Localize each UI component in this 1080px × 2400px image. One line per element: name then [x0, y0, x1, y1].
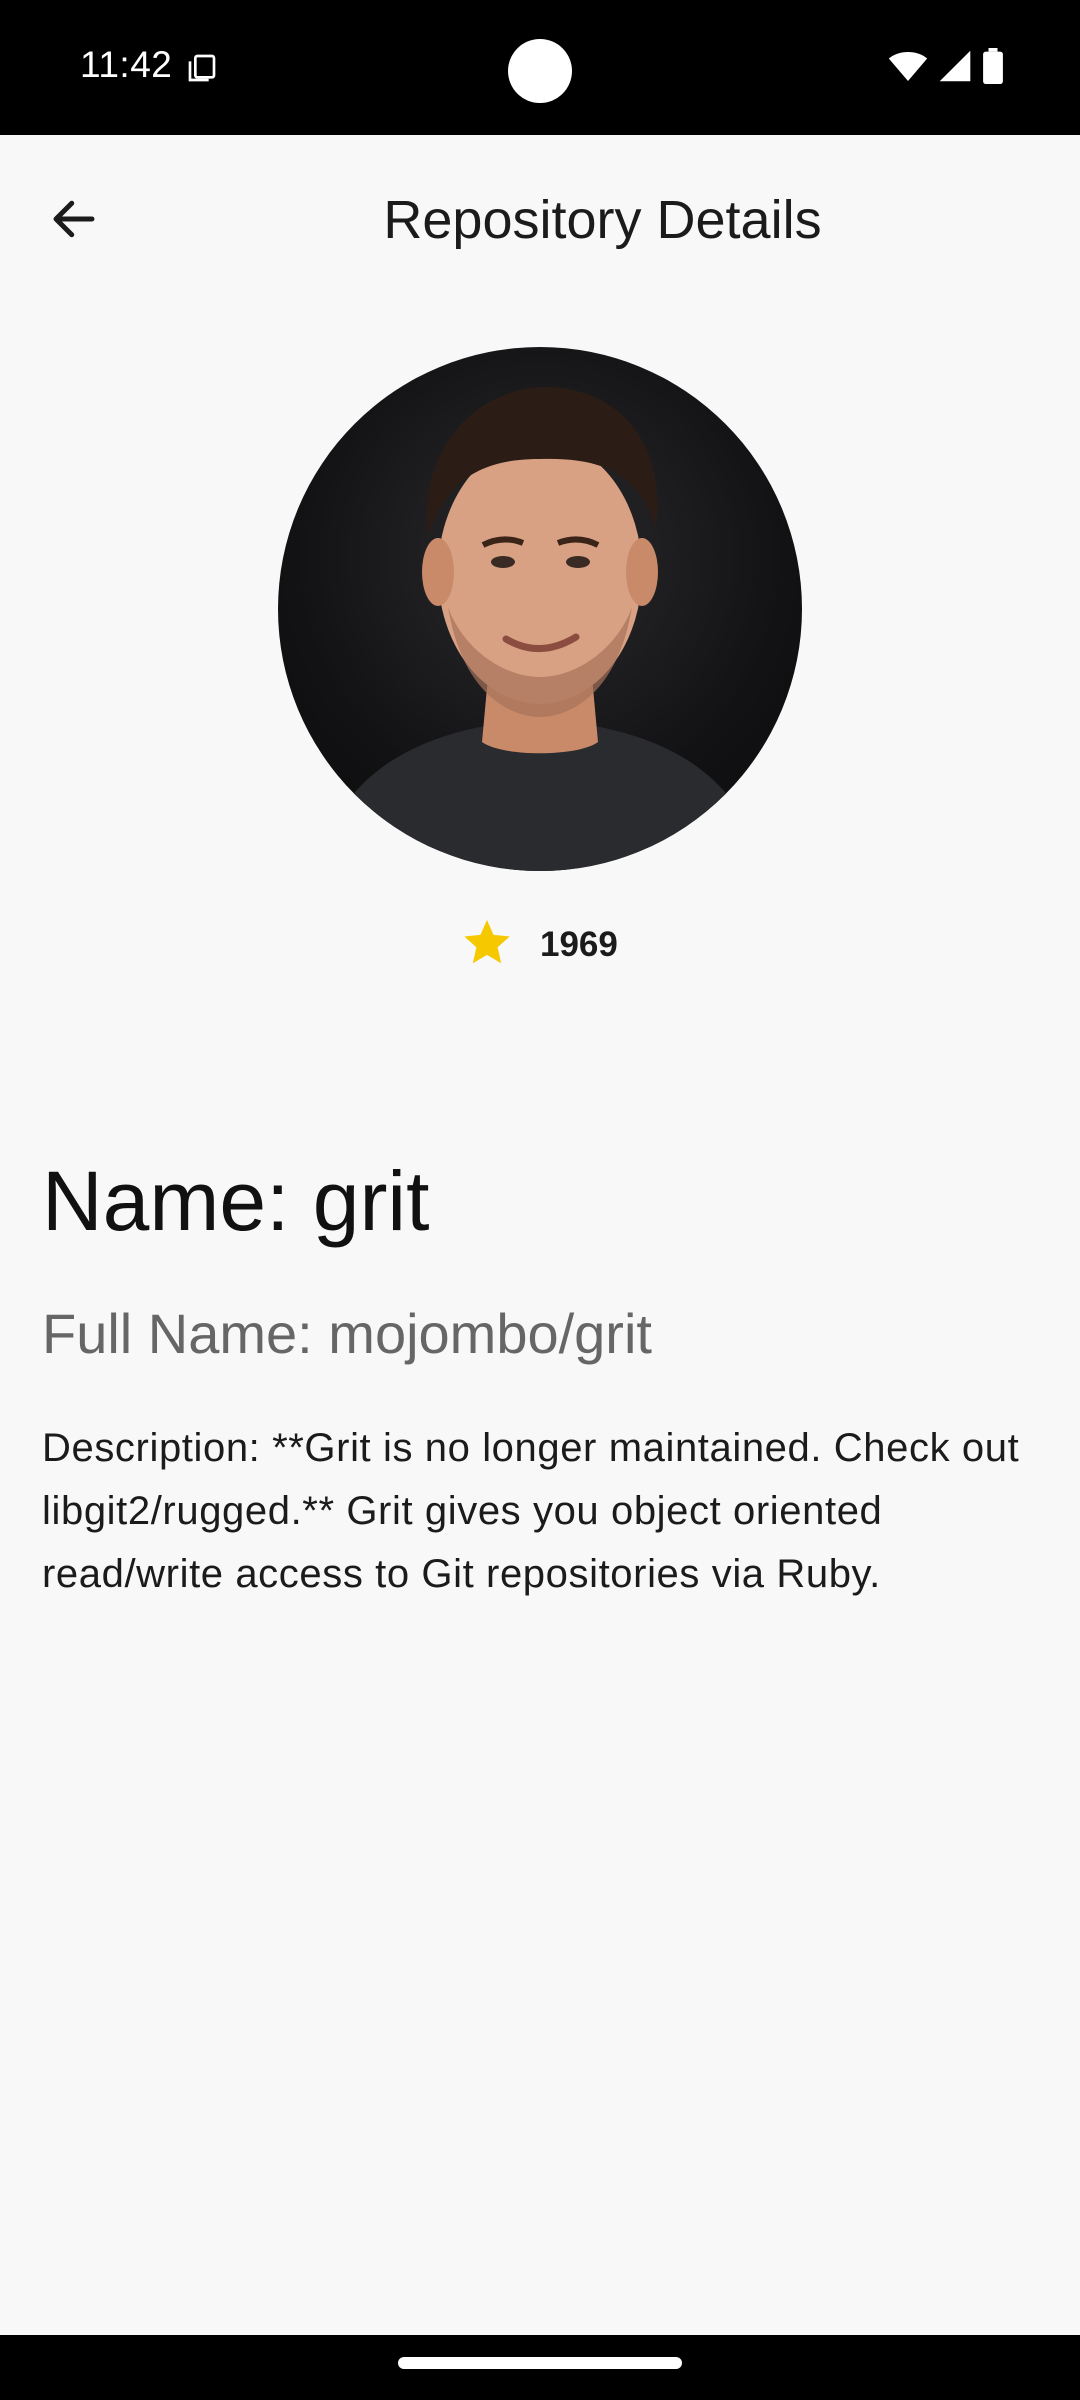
battery-icon [982, 47, 1004, 89]
copy-icon [186, 52, 218, 84]
status-icons [888, 47, 1004, 89]
navigation-bar [0, 2335, 1080, 2400]
camera-cutout [508, 39, 572, 103]
avatar-photo [318, 386, 762, 871]
repository-details-screen: Repository Details 1969 Name: grit Full … [0, 135, 1080, 2335]
repo-description: Description: **Grit is no longer maintai… [42, 1426, 1020, 1596]
signal-icon [938, 49, 972, 88]
repo-full-name: Full Name: mojombo/grit [42, 1302, 652, 1365]
home-handle[interactable] [398, 2357, 682, 2369]
star-icon [460, 916, 514, 975]
star-count: 1969 [540, 925, 618, 964]
phone-screen: 11:42 Repository Details 1969 Name: grit… [0, 0, 1080, 2400]
repo-name: Name: grit [42, 1154, 430, 1248]
top-app-bar: Repository Details [0, 135, 1080, 305]
status-time: 11:42 [80, 44, 173, 85]
wifi-icon [888, 49, 928, 88]
status-bar: 11:42 [0, 0, 1080, 135]
avatar [278, 347, 802, 871]
page-title: Repository Details [383, 190, 822, 250]
stars-row: 1969 [460, 915, 618, 975]
